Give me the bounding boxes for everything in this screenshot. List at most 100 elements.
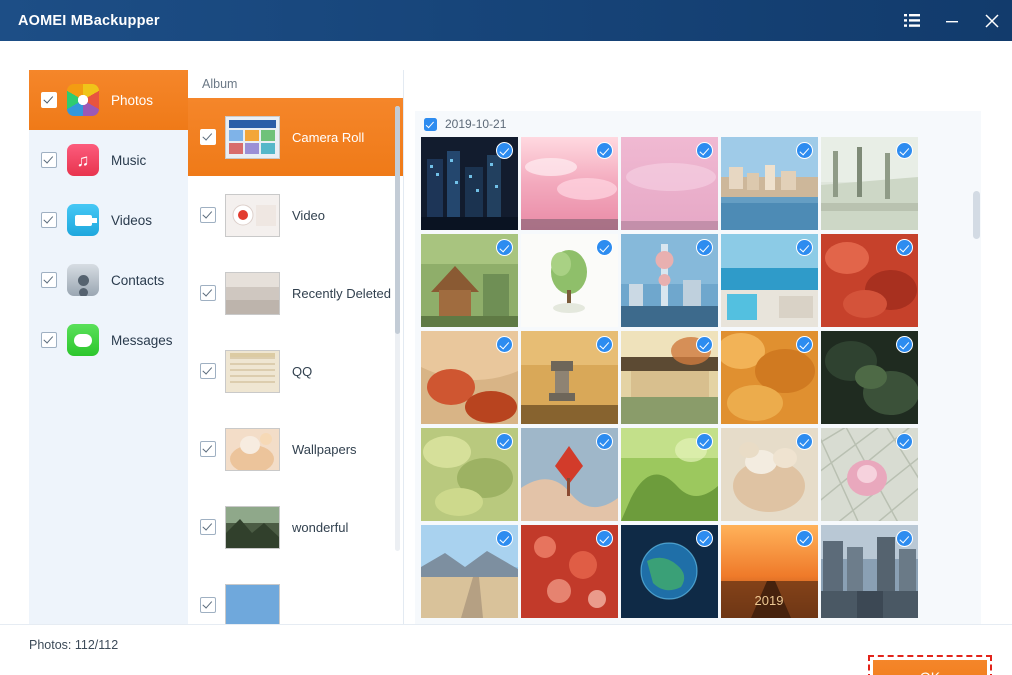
photo-thumbnail[interactable] xyxy=(821,331,918,424)
photo-thumbnail[interactable] xyxy=(821,525,918,618)
photo-selected-badge[interactable] xyxy=(596,530,613,547)
album-panel: Album xyxy=(188,70,404,624)
music-checkbox[interactable] xyxy=(41,152,57,168)
messages-icon xyxy=(67,324,99,356)
messages-checkbox[interactable] xyxy=(41,332,57,348)
ok-button[interactable]: OK xyxy=(873,660,987,675)
photo-selected-badge[interactable] xyxy=(596,142,613,159)
date-group-checkbox[interactable] xyxy=(424,118,437,131)
album-checkbox[interactable] xyxy=(200,207,216,223)
ok-button-highlight: OK xyxy=(868,655,992,675)
photo-thumbnail[interactable] xyxy=(621,331,718,424)
photo-scrollbar-thumb[interactable] xyxy=(973,191,980,239)
photo-thumbnail[interactable]: 2019 xyxy=(721,525,818,618)
album-checkbox[interactable] xyxy=(200,597,216,613)
footer-bar: Photos: 112/112 OK wsxdn.com xyxy=(0,624,1012,675)
photo-selected-badge[interactable] xyxy=(696,142,713,159)
photo-selected-badge[interactable] xyxy=(796,433,813,450)
sidebar-item-contacts[interactable]: Contacts xyxy=(29,250,188,310)
photo-thumbnail[interactable] xyxy=(821,428,918,521)
sidebar-item-music[interactable]: Music xyxy=(29,130,188,190)
photo-thumbnail[interactable] xyxy=(421,234,518,327)
photo-selected-badge[interactable] xyxy=(796,239,813,256)
photo-selected-badge[interactable] xyxy=(596,433,613,450)
window-controls xyxy=(892,0,1012,41)
photo-thumbnail[interactable] xyxy=(721,137,818,230)
photo-selected-badge[interactable] xyxy=(496,336,513,353)
photo-thumbnail[interactable] xyxy=(821,234,918,327)
photo-thumbnail[interactable] xyxy=(721,331,818,424)
sidebar-item-label: Contacts xyxy=(111,273,164,288)
photo-thumbnail[interactable] xyxy=(521,137,618,230)
photos-checkbox[interactable] xyxy=(41,92,57,108)
photo-selected-badge[interactable] xyxy=(496,142,513,159)
list-view-icon[interactable] xyxy=(892,0,932,41)
photo-thumbnail[interactable] xyxy=(821,137,918,230)
sidebar-item-label: Music xyxy=(111,153,146,168)
album-item-wonderful[interactable]: wonderful xyxy=(188,488,403,566)
date-group-header[interactable]: 2019-10-21 xyxy=(415,111,981,137)
photo-selected-badge[interactable] xyxy=(496,530,513,547)
album-scrollbar-thumb[interactable] xyxy=(395,106,400,334)
photo-selected-badge[interactable] xyxy=(896,433,913,450)
photo-thumbnail[interactable] xyxy=(621,525,718,618)
album-list: Camera Roll Video xyxy=(188,98,403,624)
photo-grid: 2019 xyxy=(415,137,981,622)
photo-thumbnail[interactable] xyxy=(521,331,618,424)
svg-text:2019: 2019 xyxy=(755,593,784,608)
photo-thumbnail[interactable] xyxy=(521,234,618,327)
sidebar-item-label: Photos xyxy=(111,93,153,108)
sidebar-item-videos[interactable]: Videos xyxy=(29,190,188,250)
photo-selected-badge[interactable] xyxy=(896,336,913,353)
sidebar-item-photos[interactable]: Photos xyxy=(29,70,188,130)
sidebar-item-messages[interactable]: Messages xyxy=(29,310,188,370)
album-item-video[interactable]: Video xyxy=(188,176,403,254)
photo-scrollbar[interactable] xyxy=(973,191,980,624)
photo-selected-badge[interactable] xyxy=(896,239,913,256)
photo-selected-badge[interactable] xyxy=(896,142,913,159)
photo-selected-badge[interactable] xyxy=(696,433,713,450)
album-checkbox[interactable] xyxy=(200,363,216,379)
photo-selected-badge[interactable] xyxy=(696,530,713,547)
photo-thumbnail[interactable] xyxy=(521,428,618,521)
videos-checkbox[interactable] xyxy=(41,212,57,228)
album-thumbnail xyxy=(225,428,280,471)
photo-selected-badge[interactable] xyxy=(796,142,813,159)
album-item-qq[interactable]: QQ xyxy=(188,332,403,410)
photo-thumbnail[interactable] xyxy=(721,428,818,521)
album-checkbox[interactable] xyxy=(200,129,216,145)
album-item-partial[interactable] xyxy=(188,566,403,624)
photo-thumbnail[interactable] xyxy=(721,234,818,327)
content-area: Photos Music Videos Contacts Message xyxy=(0,41,1012,675)
contacts-checkbox[interactable] xyxy=(41,272,57,288)
photo-selected-badge[interactable] xyxy=(596,336,613,353)
album-item-wallpapers[interactable]: Wallpapers xyxy=(188,410,403,488)
album-item-camera-roll[interactable]: Camera Roll xyxy=(188,98,403,176)
album-checkbox[interactable] xyxy=(200,519,216,535)
album-item-recently-deleted[interactable]: Recently Deleted xyxy=(188,254,403,332)
photo-selected-badge[interactable] xyxy=(796,336,813,353)
photo-selected-badge[interactable] xyxy=(496,433,513,450)
photo-selected-badge[interactable] xyxy=(796,530,813,547)
photo-thumbnail[interactable] xyxy=(421,525,518,618)
photo-selected-badge[interactable] xyxy=(596,239,613,256)
photo-thumbnail[interactable] xyxy=(621,234,718,327)
photo-thumbnail[interactable] xyxy=(621,137,718,230)
album-checkbox[interactable] xyxy=(200,285,216,301)
app-window: AOMEI MBackupper xyxy=(0,0,1012,675)
photo-thumbnail[interactable] xyxy=(421,137,518,230)
photo-selected-badge[interactable] xyxy=(696,336,713,353)
album-panel-header: Album xyxy=(188,70,403,99)
photo-thumbnail[interactable] xyxy=(421,331,518,424)
close-icon[interactable] xyxy=(972,0,1012,41)
photo-selected-badge[interactable] xyxy=(696,239,713,256)
photo-thumbnail[interactable] xyxy=(621,428,718,521)
album-scrollbar[interactable] xyxy=(395,106,400,551)
minimize-icon[interactable] xyxy=(932,0,972,41)
title-bar: AOMEI MBackupper xyxy=(0,0,1012,41)
photo-thumbnail[interactable] xyxy=(421,428,518,521)
photo-selected-badge[interactable] xyxy=(896,530,913,547)
photo-selected-badge[interactable] xyxy=(496,239,513,256)
album-checkbox[interactable] xyxy=(200,441,216,457)
photo-thumbnail[interactable] xyxy=(521,525,618,618)
